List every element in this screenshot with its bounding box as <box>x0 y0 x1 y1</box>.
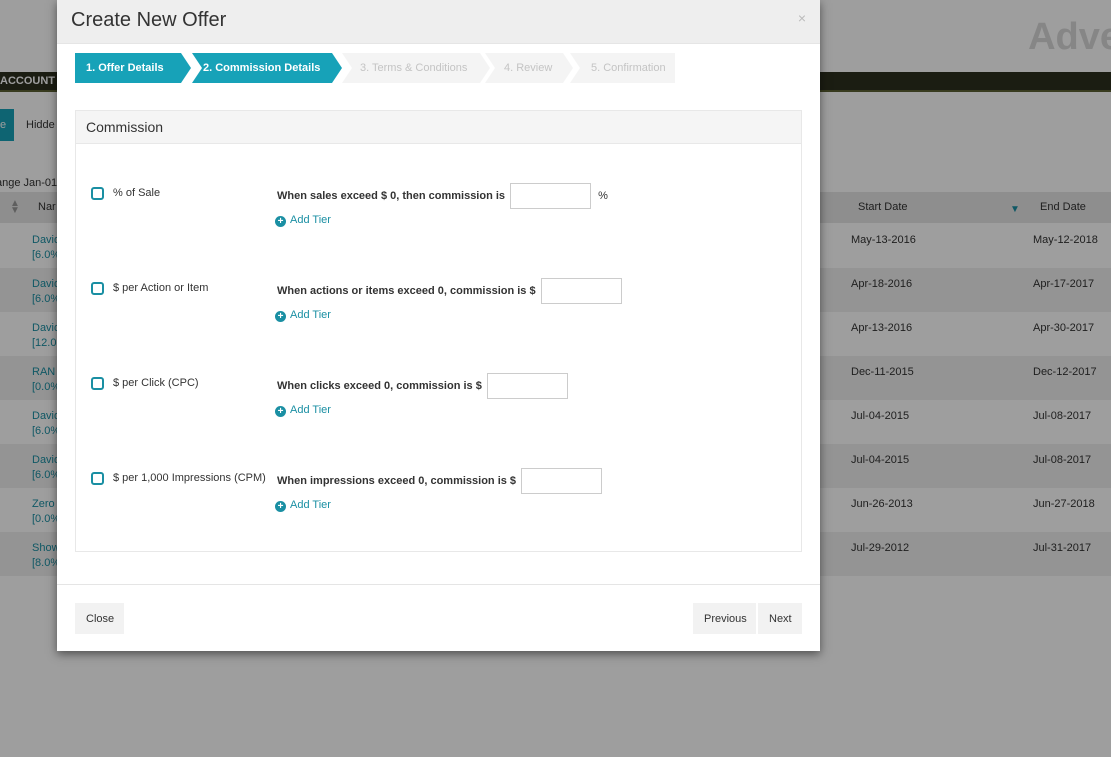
per-action-input[interactable] <box>540 278 622 304</box>
per-click-checkbox[interactable] <box>91 377 104 390</box>
per-click-label: $ per Click (CPC) <box>113 377 199 389</box>
per-impressions-checkbox[interactable] <box>91 472 104 485</box>
add-tier-per-click[interactable]: + Add Tier <box>275 404 331 417</box>
per-click-rule-text: When clicks exceed 0, commission is $ <box>277 379 482 392</box>
close-button[interactable]: Close <box>75 603 124 634</box>
previous-button[interactable]: Previous <box>693 603 756 634</box>
commission-row-per-action: $ per Action or Item When actions or ite… <box>76 278 801 342</box>
commission-row-percent-sale: % of Sale When sales exceed $ 0, then co… <box>76 183 801 247</box>
step-review[interactable]: 4. Review <box>485 53 573 83</box>
create-offer-modal: Create New Offer × 1. Offer Details 2. C… <box>57 0 820 651</box>
add-tier-label: Add Tier <box>290 499 331 511</box>
percent-sale-checkbox[interactable] <box>91 187 104 200</box>
per-impressions-input[interactable] <box>521 468 603 494</box>
wizard-steps: 1. Offer Details 2. Commission Details 3… <box>75 53 775 83</box>
percent-suffix: % <box>598 189 608 202</box>
step-label: 3. Terms & Conditions <box>360 62 468 74</box>
modal-title: Create New Offer <box>71 9 227 31</box>
add-tier-label: Add Tier <box>290 214 331 226</box>
next-button[interactable]: Next <box>758 603 802 634</box>
modal-footer: Close Previous Next <box>57 584 820 651</box>
close-icon[interactable]: × <box>798 10 806 26</box>
plus-circle-icon: + <box>275 501 286 512</box>
per-impressions-rule-text: When impressions exceed 0, commission is… <box>277 474 517 487</box>
add-tier-per-impressions[interactable]: + Add Tier <box>275 499 331 512</box>
step-terms-conditions[interactable]: 3. Terms & Conditions <box>342 53 490 83</box>
add-tier-label: Add Tier <box>290 309 331 321</box>
percent-sale-rule-text: When sales exceed $ 0, then commission i… <box>277 189 506 202</box>
step-label: 4. Review <box>504 62 553 74</box>
step-label: 2. Commission Details <box>203 62 321 74</box>
per-impressions-label: $ per 1,000 Impressions (CPM) <box>113 472 266 484</box>
modal-header: Create New Offer × <box>57 0 820 44</box>
per-impressions-rule: When impressions exceed 0, commission is… <box>277 468 603 494</box>
percent-sale-label: % of Sale <box>113 187 161 199</box>
per-action-checkbox[interactable] <box>91 282 104 295</box>
per-action-rule-text: When actions or items exceed 0, commissi… <box>277 284 536 297</box>
commission-panel: Commission % of Sale When sales exceed $… <box>75 110 802 552</box>
commission-row-per-click: $ per Click (CPC) When clicks exceed 0, … <box>76 373 801 437</box>
add-tier-per-action[interactable]: + Add Tier <box>275 309 331 322</box>
per-click-rule: When clicks exceed 0, commission is $ <box>277 373 568 399</box>
step-confirmation[interactable]: 5. Confirmation <box>570 53 675 83</box>
percent-sale-rule: When sales exceed $ 0, then commission i… <box>277 183 608 209</box>
per-action-label: $ per Action or Item <box>113 282 209 294</box>
percent-sale-input[interactable] <box>510 183 592 209</box>
commission-row-per-impressions: $ per 1,000 Impressions (CPM) When impre… <box>76 468 801 532</box>
step-offer-details[interactable]: 1. Offer Details <box>75 53 191 83</box>
step-commission-details[interactable]: 2. Commission Details <box>192 53 342 83</box>
add-tier-label: Add Tier <box>290 404 331 416</box>
plus-circle-icon: + <box>275 216 286 227</box>
commission-panel-title: Commission <box>76 111 801 144</box>
add-tier-percent-sale[interactable]: + Add Tier <box>275 214 331 227</box>
per-action-rule: When actions or items exceed 0, commissi… <box>277 278 622 304</box>
plus-circle-icon: + <box>275 311 286 322</box>
step-label: 1. Offer Details <box>86 62 164 74</box>
step-label: 5. Confirmation <box>591 62 666 74</box>
per-click-input[interactable] <box>486 373 568 399</box>
plus-circle-icon: + <box>275 406 286 417</box>
